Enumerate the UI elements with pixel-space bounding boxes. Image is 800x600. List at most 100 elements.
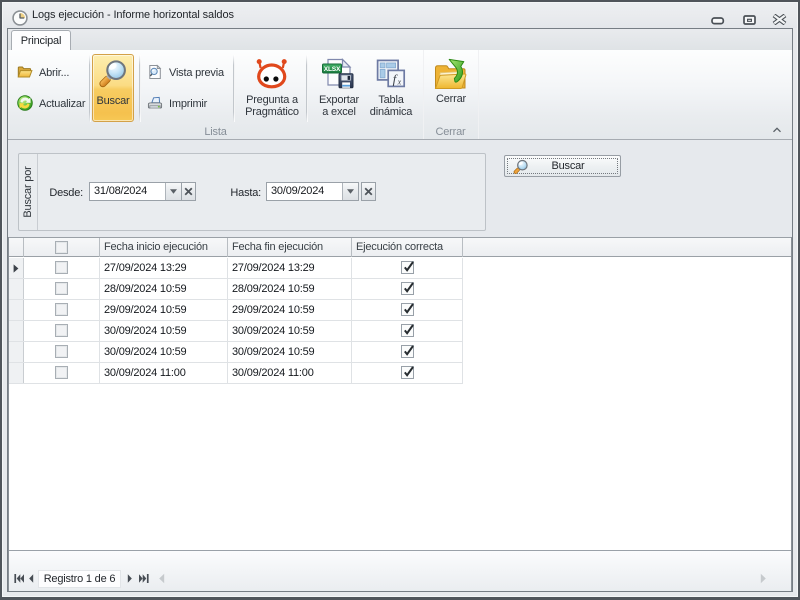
cell-ejecucion-correcta[interactable] — [352, 342, 463, 362]
cell-fecha-inicio[interactable]: 28/09/2024 10:59 — [100, 279, 228, 299]
column-header-select[interactable] — [24, 238, 100, 257]
cerrar-label: Cerrar — [427, 94, 475, 106]
cell-fecha-inicio[interactable]: 30/09/2024 10:59 — [100, 321, 228, 341]
desde-value: 31/08/2024 — [94, 183, 147, 200]
ribbon-collapse-button[interactable] — [770, 123, 784, 137]
tabla-label-line1: Tabla — [356, 95, 426, 107]
grid-row[interactable]: 29/09/2024 10:59 29/09/2024 10:59 — [8, 300, 463, 321]
grid-row[interactable]: 30/09/2024 11:00 30/09/2024 11:00 — [8, 363, 463, 384]
pivot-table-icon: f x — [376, 58, 408, 93]
column-header-fecha-inicio[interactable]: Fecha inicio ejecución — [100, 238, 228, 257]
row-select-cell[interactable] — [24, 279, 100, 299]
cell-ejecucion-correcta[interactable] — [352, 363, 463, 383]
cell-ejecucion-correcta[interactable] — [352, 321, 463, 341]
checkbox-checked[interactable] — [401, 345, 414, 358]
column-header-fecha-fin[interactable]: Fecha fin ejecución — [228, 238, 352, 257]
checkbox-unchecked[interactable] — [55, 282, 68, 295]
print-preview-icon — [147, 64, 163, 83]
ribbon-tab-row: Principal — [8, 29, 792, 50]
cell-fecha-fin[interactable]: 29/09/2024 10:59 — [228, 300, 352, 320]
cell-fecha-inicio[interactable]: 27/09/2024 13:29 — [100, 258, 228, 278]
hscroll-right-arrow[interactable] — [760, 573, 767, 587]
svg-text:x: x — [397, 78, 402, 87]
row-select-cell[interactable] — [24, 300, 100, 320]
desde-dropdown-button[interactable] — [165, 183, 181, 200]
checkbox-checked[interactable] — [401, 261, 414, 274]
row-select-cell[interactable] — [24, 342, 100, 362]
actualizar-button[interactable]: Actualizar — [17, 93, 85, 115]
close-folder-icon — [434, 57, 468, 95]
desde-clear-button[interactable] — [181, 182, 196, 201]
cell-fecha-inicio[interactable]: 30/09/2024 10:59 — [100, 342, 228, 362]
search-icon — [98, 59, 128, 92]
row-select-cell[interactable] — [24, 258, 100, 278]
nav-first-button[interactable] — [14, 573, 24, 587]
window-title: Logs ejecución - Informe horizontal sald… — [32, 2, 234, 28]
checkbox-unchecked[interactable] — [55, 261, 68, 274]
tab-principal[interactable]: Principal — [11, 30, 71, 51]
grid-right-border — [791, 237, 792, 591]
buscar-filter-label: Buscar — [516, 156, 620, 176]
tabla-label-line2: dinámica — [356, 107, 426, 119]
restore-button[interactable] — [743, 15, 761, 27]
hasta-dropdown-button[interactable] — [342, 183, 358, 200]
row-select-cell[interactable] — [24, 321, 100, 341]
desde-date-input[interactable]: 31/08/2024 — [89, 182, 182, 201]
checkbox-checked[interactable] — [401, 324, 414, 337]
checkbox-unchecked[interactable] — [55, 345, 68, 358]
nav-last-button[interactable] — [139, 573, 149, 587]
buscar-ribbon-button[interactable]: Buscar — [92, 54, 134, 122]
hasta-clear-button[interactable] — [361, 182, 376, 201]
abrir-button[interactable]: Abrir... — [17, 62, 69, 84]
cell-fecha-inicio[interactable]: 29/09/2024 10:59 — [100, 300, 228, 320]
cell-ejecucion-correcta[interactable] — [352, 279, 463, 299]
cell-fecha-fin[interactable]: 27/09/2024 13:29 — [228, 258, 352, 278]
checkbox-unchecked[interactable] — [55, 366, 68, 379]
vista-previa-label: Vista previa — [169, 67, 224, 79]
robot-icon — [256, 59, 288, 92]
cell-fecha-fin[interactable]: 30/09/2024 10:59 — [228, 321, 352, 341]
hasta-value: 30/09/2024 — [271, 183, 324, 200]
desde-label: Desde: — [33, 186, 83, 200]
checkbox-checked[interactable] — [401, 366, 414, 379]
pregunta-label-line1: Pregunta a — [237, 95, 307, 107]
ribbon-separator — [139, 55, 141, 122]
buscar-por-groupbox: Buscar por Desde: 31/08/2024 Hasta: 30/0… — [18, 153, 486, 231]
close-button[interactable] — [772, 14, 790, 26]
cell-fecha-fin[interactable]: 30/09/2024 10:59 — [228, 342, 352, 362]
checkbox-unchecked[interactable] — [55, 324, 68, 337]
checkbox-unchecked[interactable] — [55, 303, 68, 316]
row-select-cell[interactable] — [24, 363, 100, 383]
hasta-date-input[interactable]: 30/09/2024 — [266, 182, 359, 201]
actualizar-label: Actualizar — [39, 98, 85, 110]
row-indicator-header — [8, 238, 24, 257]
row-indicator-cell — [8, 363, 24, 383]
grid-header-row: Fecha inicio ejecución Fecha fin ejecuci… — [8, 238, 792, 257]
grid-row[interactable]: 30/09/2024 10:59 30/09/2024 10:59 — [8, 342, 463, 363]
nav-next-button[interactable] — [127, 573, 133, 587]
buscar-filter-button[interactable]: Buscar — [504, 155, 621, 177]
grid-row[interactable]: 27/09/2024 13:29 27/09/2024 13:29 — [8, 258, 463, 279]
grid-row[interactable]: 30/09/2024 10:59 30/09/2024 10:59 — [8, 321, 463, 342]
column-header-filler — [463, 238, 792, 257]
minimize-button[interactable] — [711, 16, 729, 28]
cell-fecha-inicio[interactable]: 30/09/2024 11:00 — [100, 363, 228, 383]
open-folder-icon — [17, 64, 33, 83]
grid-row[interactable]: 28/09/2024 10:59 28/09/2024 10:59 — [8, 279, 463, 300]
cell-fecha-fin[interactable]: 30/09/2024 11:00 — [228, 363, 352, 383]
ribbon-separator — [89, 55, 91, 122]
cell-ejecucion-correcta[interactable] — [352, 300, 463, 320]
hscroll-left-arrow[interactable] — [158, 573, 165, 587]
checkbox-checked[interactable] — [401, 282, 414, 295]
checkbox-checked[interactable] — [401, 303, 414, 316]
printer-icon — [147, 95, 163, 114]
select-all-checkbox[interactable] — [24, 241, 99, 254]
vista-previa-button[interactable]: Vista previa — [147, 62, 224, 84]
filter-panel: Buscar por Desde: 31/08/2024 Hasta: 30/0… — [8, 140, 792, 237]
nav-prev-button[interactable] — [28, 573, 34, 587]
svg-text:XLSX: XLSX — [324, 66, 341, 73]
imprimir-button[interactable]: Imprimir — [147, 93, 207, 115]
column-header-ejecucion-correcta[interactable]: Ejecución correcta — [352, 238, 463, 257]
cell-ejecucion-correcta[interactable] — [352, 258, 463, 278]
cell-fecha-fin[interactable]: 28/09/2024 10:59 — [228, 279, 352, 299]
